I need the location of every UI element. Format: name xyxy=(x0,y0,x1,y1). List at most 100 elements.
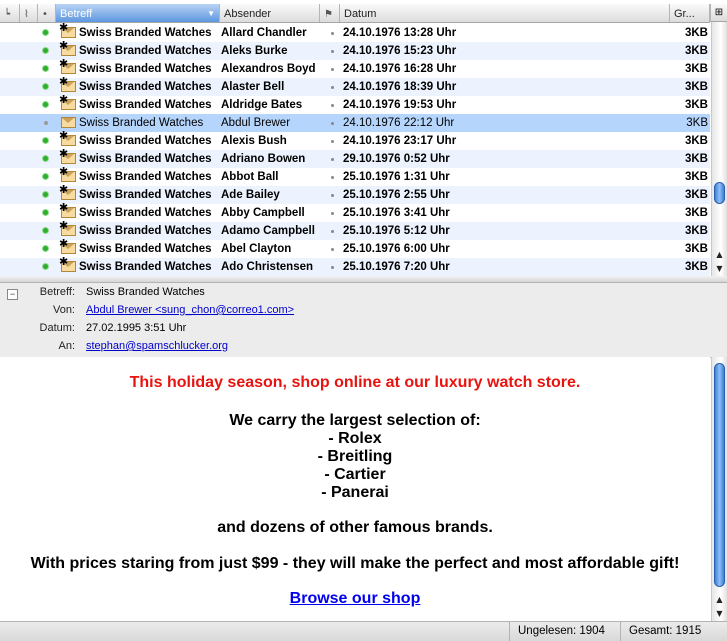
new-mail-star-icon: ✱ xyxy=(59,147,69,160)
message-row[interactable]: ✱ Swiss Branded Watches Abel Clayton 25.10.… xyxy=(0,237,710,258)
message-size: 3KB xyxy=(684,45,708,57)
flag-dot-icon[interactable] xyxy=(331,194,334,197)
message-size: 3KB xyxy=(684,63,708,75)
unread-dot-icon[interactable] xyxy=(43,210,48,215)
flag-dot-icon[interactable] xyxy=(331,176,334,179)
message-date: 24.10.1976 19:53 Uhr xyxy=(343,99,457,111)
body-headline: This holiday season, shop online at our … xyxy=(129,374,581,391)
message-row[interactable]: ✱ Swiss Branded Watches Alexis Bush 24.10.1… xyxy=(0,129,710,150)
message-row[interactable]: ✱ Swiss Branded Watches Allard Chandler 24.… xyxy=(0,21,710,42)
date-column-header[interactable]: Datum xyxy=(340,4,670,22)
message-sender: Abdul Brewer xyxy=(221,117,291,129)
message-date: 24.10.1976 13:28 Uhr xyxy=(343,27,457,39)
flag-dot-icon[interactable] xyxy=(331,86,334,89)
message-size: 3KB xyxy=(686,117,708,129)
attachment-column-header[interactable]: ⌇ xyxy=(20,4,38,22)
unread-dot-icon[interactable] xyxy=(43,228,48,233)
read-dot-icon[interactable] xyxy=(44,121,48,125)
message-sender: Ado Christensen xyxy=(221,261,314,273)
message-row[interactable]: ✱ Swiss Branded Watches Ado Christensen 25.… xyxy=(0,255,710,276)
flag-dot-icon[interactable] xyxy=(331,140,334,143)
unread-dot-icon[interactable] xyxy=(43,138,48,143)
flag-dot-icon[interactable] xyxy=(331,158,334,161)
message-subject: Swiss Branded Watches xyxy=(79,171,212,183)
message-header-pane: − Betreff: Swiss Branded Watches Von: Ab… xyxy=(0,282,727,358)
from-column-header[interactable]: Absender xyxy=(220,4,320,22)
unread-dot-icon[interactable] xyxy=(43,156,48,161)
collapse-header-icon[interactable]: − xyxy=(7,289,18,300)
column-picker-button[interactable]: ⊞ xyxy=(710,4,727,22)
header-to-link[interactable]: stephan@spamschlucker.org xyxy=(86,340,228,352)
message-date: 29.10.1976 0:52 Uhr xyxy=(343,153,450,165)
body-scroll-down-icon[interactable]: ▼ xyxy=(712,607,727,621)
flag-dot-icon[interactable] xyxy=(331,68,334,71)
body-scroll-thumb[interactable] xyxy=(714,363,725,587)
unread-dot-icon[interactable] xyxy=(43,174,48,179)
message-row[interactable]: Swiss Branded Watches Abdul Brewer 24.10.1… xyxy=(0,114,710,132)
new-mail-star-icon: ✱ xyxy=(59,183,69,196)
header-from-link[interactable]: Abdul Brewer <sung_chon@correo1.com> xyxy=(86,304,294,316)
flag-column-header[interactable]: ⚑ xyxy=(320,4,340,22)
scroll-up-icon[interactable]: ▲ xyxy=(712,248,727,262)
flag-dot-icon[interactable] xyxy=(331,32,334,35)
flag-dot-icon[interactable] xyxy=(331,248,334,251)
message-subject: Swiss Branded Watches xyxy=(79,243,212,255)
body-brand-panerai: - Panerai xyxy=(321,484,389,501)
message-row[interactable]: ✱ Swiss Branded Watches Aleks Burke 24.10.1… xyxy=(0,39,710,60)
unread-dot-icon[interactable] xyxy=(43,264,48,269)
message-size: 3KB xyxy=(684,135,708,147)
browse-shop-link[interactable]: Browse our shop xyxy=(0,590,710,608)
unread-dot-icon[interactable] xyxy=(43,246,48,251)
unread-dot-icon[interactable] xyxy=(43,102,48,107)
message-row[interactable]: ✱ Swiss Branded Watches Aldridge Bates 24.1… xyxy=(0,93,710,114)
message-subject: Swiss Branded Watches xyxy=(79,207,212,219)
total-count: Gesamt: 1915 xyxy=(620,622,709,641)
new-mail-star-icon: ✱ xyxy=(59,75,69,88)
flag-dot-icon[interactable] xyxy=(331,104,334,107)
message-date: 25.10.1976 3:41 Uhr xyxy=(343,207,450,219)
list-scroll-thumb[interactable] xyxy=(714,182,725,204)
message-subject: Swiss Branded Watches xyxy=(79,117,204,129)
message-date: 24.10.1976 22:12 Uhr xyxy=(343,117,455,129)
message-row[interactable]: ✱ Swiss Branded Watches Adamo Campbell 25.1… xyxy=(0,219,710,240)
scroll-down-icon[interactable]: ▼ xyxy=(712,262,727,276)
message-row[interactable]: ✱ Swiss Branded Watches Alaster Bell 24.10.… xyxy=(0,75,710,96)
unread-dot-icon[interactable] xyxy=(43,192,48,197)
message-row[interactable]: ✱ Swiss Branded Watches Ade Bailey 25.10.19… xyxy=(0,183,710,204)
message-row[interactable]: ✱ Swiss Branded Watches Abbot Ball 25.10.19… xyxy=(0,165,710,186)
flag-dot-icon[interactable] xyxy=(331,212,334,215)
date-column-label: Datum xyxy=(344,8,377,20)
message-row[interactable]: ✱ Swiss Branded Watches Abby Campbell 25.10… xyxy=(0,201,710,222)
message-subject: Swiss Branded Watches xyxy=(79,99,212,111)
message-subject: Swiss Branded Watches xyxy=(79,63,212,75)
unread-dot-icon[interactable] xyxy=(43,84,48,89)
flag-dot-icon[interactable] xyxy=(331,230,334,233)
status-bar: Ungelesen: 1904 Gesamt: 1915 xyxy=(0,621,727,641)
flag-dot-icon[interactable] xyxy=(331,122,334,125)
body-scroll-up-icon[interactable]: ▲ xyxy=(712,593,727,607)
read-column-header[interactable]: • xyxy=(38,4,56,22)
body-brand-breitling: - Breitling xyxy=(317,448,393,465)
new-mail-star-icon: ✱ xyxy=(59,57,69,70)
message-size: 3KB xyxy=(684,243,708,255)
size-column-header[interactable]: Gr... xyxy=(670,4,710,22)
thread-column-header[interactable]: ┕ xyxy=(0,4,20,22)
body-scrollbar[interactable]: ▲ ▼ xyxy=(711,357,727,621)
message-row[interactable]: ✱ Swiss Branded Watches Adriano Bowen 29.10… xyxy=(0,147,710,168)
unread-dot-icon[interactable] xyxy=(43,66,48,71)
flag-dot-icon[interactable] xyxy=(331,50,334,53)
subject-column-header[interactable]: Betreff ▼ xyxy=(56,4,220,22)
message-date: 24.10.1976 15:23 Uhr xyxy=(343,45,457,57)
message-sender: Ade Bailey xyxy=(221,189,280,201)
message-row[interactable]: ✱ Swiss Branded Watches Alexandros Boyd 24.… xyxy=(0,57,710,78)
message-list[interactable]: ┕ ⌇ • Betreff ▼ Absender ⚑ Datum Gr... ⊞… xyxy=(0,0,727,276)
date-label: Datum: xyxy=(39,322,75,334)
flag-dot-icon[interactable] xyxy=(331,266,334,269)
unread-dot-icon[interactable] xyxy=(43,48,48,53)
message-size: 3KB xyxy=(684,189,708,201)
body-other-brands: and dozens of other famous brands. xyxy=(217,519,493,536)
message-subject: Swiss Branded Watches xyxy=(79,27,212,39)
message-sender: Alaster Bell xyxy=(221,81,285,93)
unread-dot-icon[interactable] xyxy=(43,30,48,35)
list-scrollbar[interactable]: ▲ ▼ xyxy=(711,22,727,276)
